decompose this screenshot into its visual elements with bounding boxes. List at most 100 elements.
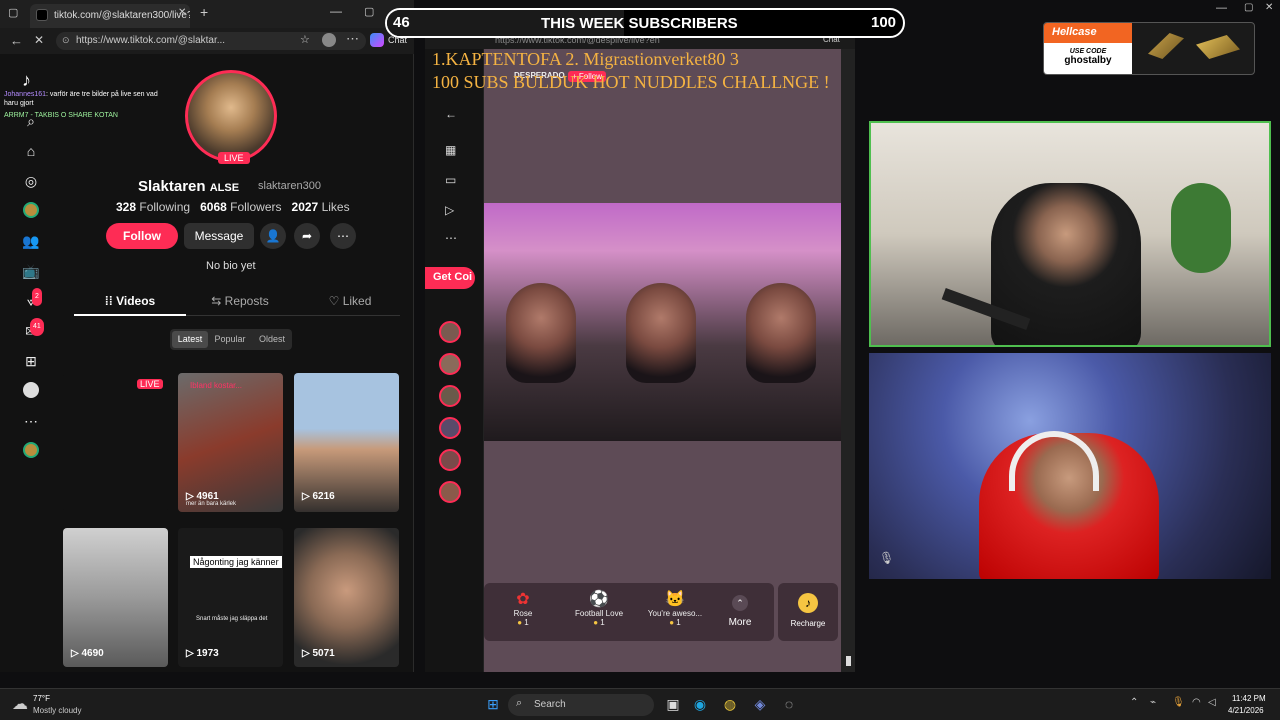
upload-icon[interactable]: ⊞ bbox=[22, 352, 40, 370]
favorites-icon[interactable]: ☆ bbox=[300, 33, 310, 46]
followers-count[interactable]: 6068 bbox=[200, 200, 227, 214]
collapse-icon[interactable]: ← bbox=[445, 107, 457, 121]
gift-price-value: 1 bbox=[524, 618, 529, 627]
add-friend-icon[interactable]: 👤 bbox=[260, 223, 286, 249]
search-icon[interactable]: ⌕ bbox=[22, 112, 40, 130]
copilot-icon[interactable] bbox=[370, 33, 384, 47]
weather-icon[interactable]: ☁ bbox=[12, 694, 28, 714]
chrome-icon[interactable]: ◍ bbox=[720, 694, 740, 714]
tab-liked[interactable]: ♡ Liked bbox=[300, 290, 400, 312]
address-bar[interactable]: ⊙ https://www.tiktok.com/@slaktar... bbox=[56, 32, 366, 50]
gift-youre-awesome[interactable]: 🐱 You're aweso... ● 1 bbox=[640, 589, 710, 627]
wifi-icon[interactable]: ◠ bbox=[1192, 697, 1201, 708]
more-menu-icon[interactable]: ⋯ bbox=[346, 31, 359, 47]
video-camera-icon[interactable]: ▭ bbox=[445, 173, 456, 187]
profile-avatar-icon[interactable] bbox=[322, 33, 336, 47]
back-icon[interactable]: ← bbox=[10, 33, 23, 48]
close-icon[interactable]: ✕ bbox=[1265, 2, 1273, 13]
live-avatar[interactable] bbox=[439, 385, 461, 407]
windows-start-icon[interactable]: ⊞ bbox=[483, 694, 503, 714]
followers-label: Followers bbox=[230, 200, 282, 214]
share-icon[interactable]: ➦ bbox=[294, 223, 320, 249]
gift-price-value: 1 bbox=[600, 618, 605, 627]
search-icon: ⌕ bbox=[516, 697, 523, 709]
more-gifts-label: More bbox=[728, 617, 752, 628]
tab-reposts[interactable]: ⇆ Reposts bbox=[190, 290, 290, 312]
new-tab-icon[interactable]: + bbox=[200, 4, 208, 20]
play-icon[interactable]: ▷ bbox=[445, 203, 454, 217]
more-icon[interactable]: ⋯ bbox=[22, 412, 40, 430]
views-count: 6216 bbox=[312, 491, 335, 502]
tray-chevron-icon[interactable]: ⌃ bbox=[1130, 697, 1138, 708]
weather-desc[interactable]: Mostly cloudy bbox=[33, 706, 81, 715]
minimize-icon[interactable]: — bbox=[330, 4, 342, 18]
mic-tray-icon[interactable]: 🎙 bbox=[1172, 697, 1185, 708]
follow-button[interactable]: Follow bbox=[106, 223, 178, 249]
scrollbar[interactable] bbox=[846, 656, 851, 666]
cat-icon: 🐱 bbox=[665, 591, 685, 608]
message-button[interactable]: Message bbox=[184, 223, 254, 249]
clock-date[interactable]: 4/21/2026 bbox=[1228, 706, 1264, 715]
rose-icon: ✿ bbox=[516, 591, 530, 608]
home-icon[interactable]: ⌂ bbox=[22, 142, 40, 160]
account-avatar-icon[interactable] bbox=[22, 442, 40, 460]
activity-icon[interactable]: ⟇ 2 bbox=[22, 288, 42, 310]
sort-oldest[interactable]: Oldest bbox=[254, 331, 290, 348]
more-icon[interactable]: ⋯ bbox=[445, 231, 457, 245]
tiktok-logo-icon[interactable]: ♪ bbox=[22, 70, 31, 91]
profile-avatar[interactable] bbox=[185, 70, 277, 162]
clock-time[interactable]: 11:42 PM bbox=[1232, 694, 1266, 703]
live-avatar[interactable] bbox=[439, 321, 461, 343]
live-icon[interactable]: ▦ bbox=[445, 143, 456, 157]
get-coins-button[interactable]: Get Coi bbox=[425, 267, 475, 289]
maximize-icon[interactable]: ▢ bbox=[1244, 2, 1253, 13]
live-avatar[interactable] bbox=[439, 353, 461, 375]
sort-latest[interactable]: Latest bbox=[172, 331, 208, 348]
handle: slaktaren300 bbox=[258, 180, 321, 192]
more-gifts-button[interactable]: ⌃ More bbox=[720, 595, 760, 628]
live-tv-icon[interactable]: 📺 bbox=[22, 262, 40, 280]
more-options-icon[interactable]: ⋯ bbox=[330, 223, 356, 249]
gift-football-love[interactable]: ⚽ Football Love ● 1 bbox=[564, 589, 634, 627]
network-icon[interactable]: ⌁ bbox=[1150, 697, 1156, 708]
gift-rose[interactable]: ✿ Rose ● 1 bbox=[488, 589, 558, 627]
video-thumb-4[interactable]: ▷ 4690 bbox=[63, 528, 168, 667]
minimize-icon[interactable]: — bbox=[1216, 2, 1227, 14]
sort-popular[interactable]: Popular bbox=[212, 331, 248, 348]
gift-bar: ✿ Rose ● 1 ⚽ Football Love ● 1 🐱 You're … bbox=[484, 583, 774, 641]
following-count[interactable]: 328 bbox=[116, 200, 136, 214]
discord-icon[interactable]: ◈ bbox=[750, 694, 770, 714]
task-view-icon[interactable]: ▣ bbox=[663, 694, 683, 714]
edge-icon[interactable]: ◉ bbox=[690, 694, 710, 714]
profile-avatar-small[interactable] bbox=[22, 202, 40, 220]
explore-icon[interactable]: ◎ bbox=[22, 172, 40, 190]
following-icon[interactable]: 👥 bbox=[22, 232, 40, 250]
browser-tab[interactable]: tiktok.com/@slaktaren300/live?en bbox=[30, 4, 190, 28]
live-avatar[interactable] bbox=[439, 481, 461, 503]
reload-icon[interactable]: ✕ bbox=[34, 33, 44, 47]
live-avatar[interactable] bbox=[439, 449, 461, 471]
video-thumb-3[interactable]: ▷ 6216 bbox=[294, 373, 399, 512]
video-thumb-live[interactable]: LIVE bbox=[63, 373, 168, 512]
video-thumb-6[interactable]: ▷ 5071 bbox=[294, 528, 399, 667]
mic-icon[interactable]: 🎙 bbox=[879, 551, 894, 565]
maximize-icon[interactable]: ▢ bbox=[364, 5, 374, 18]
video-thumb-2[interactable]: Ibland kostar... mer än bara kärlek ▷ 49… bbox=[178, 373, 283, 512]
tab-close-icon[interactable]: ✕ bbox=[178, 7, 186, 18]
inbox-icon[interactable]: ✉41 bbox=[22, 318, 44, 340]
live-avatar[interactable] bbox=[439, 417, 461, 439]
video-views: ▷ 4961 bbox=[186, 491, 219, 502]
recharge-label: Recharge bbox=[790, 619, 826, 628]
weather-temp[interactable]: 77°F bbox=[33, 694, 50, 703]
video-thumb-5[interactable]: Någonting jag känner Snart måste jag slä… bbox=[178, 528, 283, 667]
app-icon[interactable]: ◌ bbox=[779, 694, 799, 714]
settings-icon[interactable] bbox=[22, 382, 40, 400]
recharge-button[interactable]: ♪ Recharge bbox=[778, 583, 838, 641]
webcam-bottom: 🎙 bbox=[869, 353, 1271, 579]
volume-icon[interactable]: ◁ bbox=[1208, 697, 1216, 708]
tab-title: tiktok.com/@slaktaren300/live?en bbox=[54, 10, 190, 21]
taskbar-search[interactable]: ⌕ Search bbox=[508, 694, 654, 716]
tab-videos[interactable]: ⁞⁞ Videos bbox=[74, 290, 186, 316]
tab-menu-icon[interactable]: ▢ bbox=[8, 6, 18, 19]
live-stream-area[interactable]: DESPERADO + Follow bbox=[484, 49, 841, 672]
